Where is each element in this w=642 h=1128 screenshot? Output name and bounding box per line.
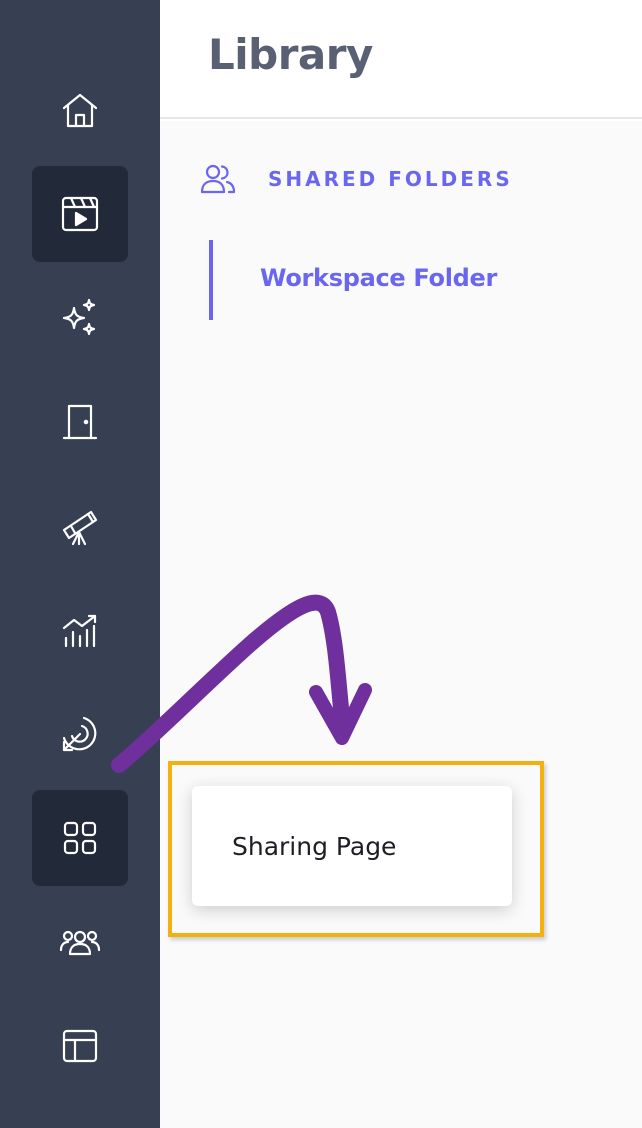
popup-menu: Sharing Page bbox=[192, 786, 512, 906]
bar-chart-trend-icon bbox=[62, 614, 97, 648]
menu-item-sharing-page[interactable]: Sharing Page bbox=[192, 786, 512, 906]
sidebar-item-ai[interactable] bbox=[32, 270, 128, 366]
library-content: SHARED FOLDERS Workspace Folder bbox=[160, 121, 642, 1128]
sidebar-item-library[interactable] bbox=[32, 166, 128, 262]
sidebar-item-apps[interactable] bbox=[32, 790, 128, 886]
folder-workspace[interactable]: Workspace Folder bbox=[260, 264, 497, 292]
sidebar-item-engage[interactable] bbox=[32, 686, 128, 782]
page-header: Library bbox=[160, 0, 642, 119]
sidebar-item-home[interactable] bbox=[32, 62, 128, 158]
telescope-icon bbox=[62, 510, 98, 546]
sidebar-item-analytics[interactable] bbox=[32, 582, 128, 678]
video-clapper-icon bbox=[61, 196, 99, 232]
page-title: Library bbox=[208, 30, 373, 79]
folder-selection-indicator bbox=[209, 240, 213, 320]
sparkles-icon bbox=[62, 298, 96, 336]
door-icon bbox=[62, 404, 98, 440]
sidebar bbox=[0, 0, 160, 1128]
target-arrow-icon bbox=[62, 716, 97, 752]
shared-folders-section[interactable]: SHARED FOLDERS bbox=[200, 163, 513, 195]
home-icon bbox=[62, 93, 98, 128]
sidebar-item-rooms[interactable] bbox=[32, 374, 128, 470]
grid-apps-icon bbox=[63, 821, 97, 855]
sidebar-item-explore[interactable] bbox=[32, 478, 128, 574]
sidebar-item-templates[interactable] bbox=[32, 998, 128, 1094]
users-icon bbox=[200, 164, 236, 194]
layout-icon bbox=[62, 1029, 98, 1063]
sidebar-item-team[interactable] bbox=[32, 894, 128, 990]
users-group-icon bbox=[59, 930, 101, 956]
shared-folders-label: SHARED FOLDERS bbox=[268, 167, 513, 191]
